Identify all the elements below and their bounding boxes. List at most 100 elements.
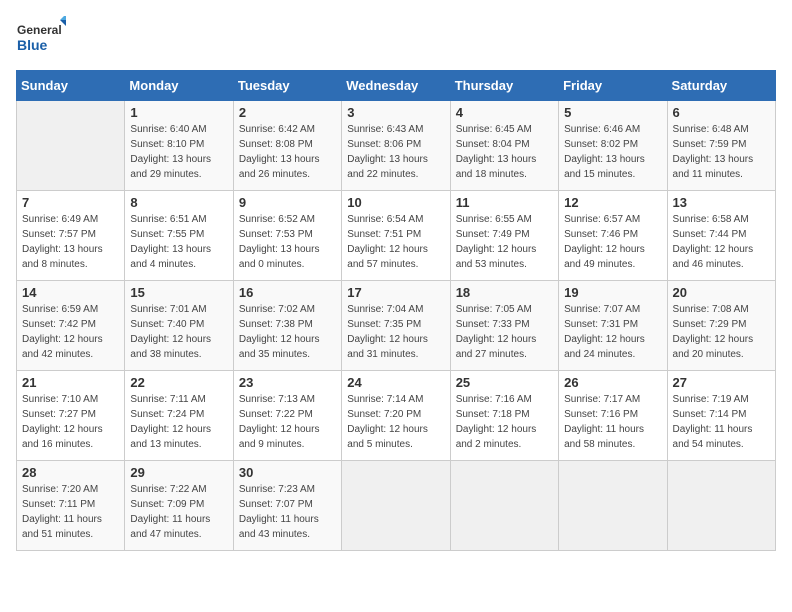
day-number: 28 [22, 465, 119, 480]
calendar-cell [342, 461, 450, 551]
day-info: Sunrise: 6:52 AM Sunset: 7:53 PM Dayligh… [239, 212, 336, 272]
calendar-cell: 24Sunrise: 7:14 AM Sunset: 7:20 PM Dayli… [342, 371, 450, 461]
day-info: Sunrise: 7:11 AM Sunset: 7:24 PM Dayligh… [130, 392, 227, 452]
day-number: 7 [22, 195, 119, 210]
calendar-cell: 10 Sunrise: 6:54 AM Sunset: 7:51 PM Dayli… [342, 191, 450, 281]
day-info: Sunrise: 6:46 AM Sunset: 8:02 PM Dayligh… [564, 122, 661, 182]
day-number: 20 [673, 285, 770, 300]
day-info: Sunrise: 7:16 AM Sunset: 7:18 PM Dayligh… [456, 392, 553, 452]
calendar-cell: 1 Sunrise: 6:40 AM Sunset: 8:10 PM Daylig… [125, 101, 233, 191]
calendar-cell [667, 461, 775, 551]
day-info: Sunrise: 6:45 AM Sunset: 8:04 PM Dayligh… [456, 122, 553, 182]
calendar-cell: 21Sunrise: 7:10 AM Sunset: 7:27 PM Dayli… [17, 371, 125, 461]
day-info: Sunrise: 6:51 AM Sunset: 7:55 PM Dayligh… [130, 212, 227, 272]
day-info: Sunrise: 7:20 AM Sunset: 7:11 PM Dayligh… [22, 482, 119, 542]
svg-text:General: General [17, 23, 62, 37]
calendar-cell: 18 Sunrise: 7:05 AM Sunset: 7:33 PM Dayli… [450, 281, 558, 371]
day-number: 2 [239, 105, 336, 120]
day-info: Sunrise: 7:19 AM Sunset: 7:14 PM Dayligh… [673, 392, 770, 452]
day-info: Sunrise: 7:22 AM Sunset: 7:09 PM Dayligh… [130, 482, 227, 542]
day-number: 11 [456, 195, 553, 210]
calendar-week-row: 14 Sunrise: 6:59 AM Sunset: 7:42 PM Dayli… [17, 281, 776, 371]
day-info: Sunrise: 6:48 AM Sunset: 7:59 PM Dayligh… [673, 122, 770, 182]
day-number: 15 [130, 285, 227, 300]
day-number: 27 [673, 375, 770, 390]
page-header: General Blue [16, 16, 776, 58]
header-friday: Friday [559, 71, 667, 101]
logo-svg: General Blue [16, 16, 66, 58]
calendar-cell: 14 Sunrise: 6:59 AM Sunset: 7:42 PM Dayli… [17, 281, 125, 371]
day-info: Sunrise: 7:04 AM Sunset: 7:35 PM Dayligh… [347, 302, 444, 362]
calendar-cell: 16 Sunrise: 7:02 AM Sunset: 7:38 PM Dayli… [233, 281, 341, 371]
day-info: Sunrise: 7:14 AM Sunset: 7:20 PM Dayligh… [347, 392, 444, 452]
calendar-cell: 6 Sunrise: 6:48 AM Sunset: 7:59 PM Daylig… [667, 101, 775, 191]
day-info: Sunrise: 6:43 AM Sunset: 8:06 PM Dayligh… [347, 122, 444, 182]
calendar-cell: 3 Sunrise: 6:43 AM Sunset: 8:06 PM Daylig… [342, 101, 450, 191]
day-info: Sunrise: 6:42 AM Sunset: 8:08 PM Dayligh… [239, 122, 336, 182]
day-info: Sunrise: 7:07 AM Sunset: 7:31 PM Dayligh… [564, 302, 661, 362]
calendar-cell: 9 Sunrise: 6:52 AM Sunset: 7:53 PM Daylig… [233, 191, 341, 281]
calendar-cell: 17 Sunrise: 7:04 AM Sunset: 7:35 PM Dayli… [342, 281, 450, 371]
day-number: 29 [130, 465, 227, 480]
day-info: Sunrise: 6:58 AM Sunset: 7:44 PM Dayligh… [673, 212, 770, 272]
header-sunday: Sunday [17, 71, 125, 101]
calendar-cell [17, 101, 125, 191]
day-info: Sunrise: 7:02 AM Sunset: 7:38 PM Dayligh… [239, 302, 336, 362]
day-number: 5 [564, 105, 661, 120]
calendar-cell [450, 461, 558, 551]
calendar-cell: 30 Sunrise: 7:23 AM Sunset: 7:07 PM Dayli… [233, 461, 341, 551]
day-number: 18 [456, 285, 553, 300]
calendar-cell: 12Sunrise: 6:57 AM Sunset: 7:46 PM Dayli… [559, 191, 667, 281]
day-info: Sunrise: 6:54 AM Sunset: 7:51 PM Dayligh… [347, 212, 444, 272]
day-number: 10 [347, 195, 444, 210]
day-number: 14 [22, 285, 119, 300]
calendar-week-row: 1 Sunrise: 6:40 AM Sunset: 8:10 PM Daylig… [17, 101, 776, 191]
day-number: 26 [564, 375, 661, 390]
header-tuesday: Tuesday [233, 71, 341, 101]
day-number: 30 [239, 465, 336, 480]
day-number: 19 [564, 285, 661, 300]
day-number: 12 [564, 195, 661, 210]
header-wednesday: Wednesday [342, 71, 450, 101]
logo: General Blue [16, 16, 68, 58]
header-thursday: Thursday [450, 71, 558, 101]
day-info: Sunrise: 6:40 AM Sunset: 8:10 PM Dayligh… [130, 122, 227, 182]
header-monday: Monday [125, 71, 233, 101]
day-info: Sunrise: 7:01 AM Sunset: 7:40 PM Dayligh… [130, 302, 227, 362]
calendar-header-row: SundayMondayTuesdayWednesdayThursdayFrid… [17, 71, 776, 101]
calendar-cell: 28 Sunrise: 7:20 AM Sunset: 7:11 PM Dayli… [17, 461, 125, 551]
day-info: Sunrise: 6:59 AM Sunset: 7:42 PM Dayligh… [22, 302, 119, 362]
calendar-cell: 5 Sunrise: 6:46 AM Sunset: 8:02 PM Daylig… [559, 101, 667, 191]
calendar-week-row: 7 Sunrise: 6:49 AM Sunset: 7:57 PM Daylig… [17, 191, 776, 281]
header-saturday: Saturday [667, 71, 775, 101]
calendar-cell [559, 461, 667, 551]
day-info: Sunrise: 7:08 AM Sunset: 7:29 PM Dayligh… [673, 302, 770, 362]
calendar-cell: 19 Sunrise: 7:07 AM Sunset: 7:31 PM Dayli… [559, 281, 667, 371]
day-number: 4 [456, 105, 553, 120]
day-info: Sunrise: 7:10 AM Sunset: 7:27 PM Dayligh… [22, 392, 119, 452]
day-number: 6 [673, 105, 770, 120]
calendar-cell: 7 Sunrise: 6:49 AM Sunset: 7:57 PM Daylig… [17, 191, 125, 281]
calendar-cell: 4 Sunrise: 6:45 AM Sunset: 8:04 PM Daylig… [450, 101, 558, 191]
day-number: 16 [239, 285, 336, 300]
calendar-cell: 13Sunrise: 6:58 AM Sunset: 7:44 PM Dayli… [667, 191, 775, 281]
day-number: 17 [347, 285, 444, 300]
day-info: Sunrise: 6:49 AM Sunset: 7:57 PM Dayligh… [22, 212, 119, 272]
calendar-cell: 8 Sunrise: 6:51 AM Sunset: 7:55 PM Daylig… [125, 191, 233, 281]
day-info: Sunrise: 6:55 AM Sunset: 7:49 PM Dayligh… [456, 212, 553, 272]
day-number: 3 [347, 105, 444, 120]
calendar-cell: 11 Sunrise: 6:55 AM Sunset: 7:49 PM Dayli… [450, 191, 558, 281]
day-number: 8 [130, 195, 227, 210]
day-info: Sunrise: 7:05 AM Sunset: 7:33 PM Dayligh… [456, 302, 553, 362]
day-info: Sunrise: 7:17 AM Sunset: 7:16 PM Dayligh… [564, 392, 661, 452]
day-number: 1 [130, 105, 227, 120]
day-number: 9 [239, 195, 336, 210]
day-number: 23 [239, 375, 336, 390]
day-number: 25 [456, 375, 553, 390]
calendar-week-row: 21Sunrise: 7:10 AM Sunset: 7:27 PM Dayli… [17, 371, 776, 461]
calendar-cell: 15 Sunrise: 7:01 AM Sunset: 7:40 PM Dayli… [125, 281, 233, 371]
calendar-cell: 26 Sunrise: 7:17 AM Sunset: 7:16 PM Dayli… [559, 371, 667, 461]
calendar-cell: 22Sunrise: 7:11 AM Sunset: 7:24 PM Dayli… [125, 371, 233, 461]
calendar-week-row: 28 Sunrise: 7:20 AM Sunset: 7:11 PM Dayli… [17, 461, 776, 551]
day-info: Sunrise: 7:23 AM Sunset: 7:07 PM Dayligh… [239, 482, 336, 542]
